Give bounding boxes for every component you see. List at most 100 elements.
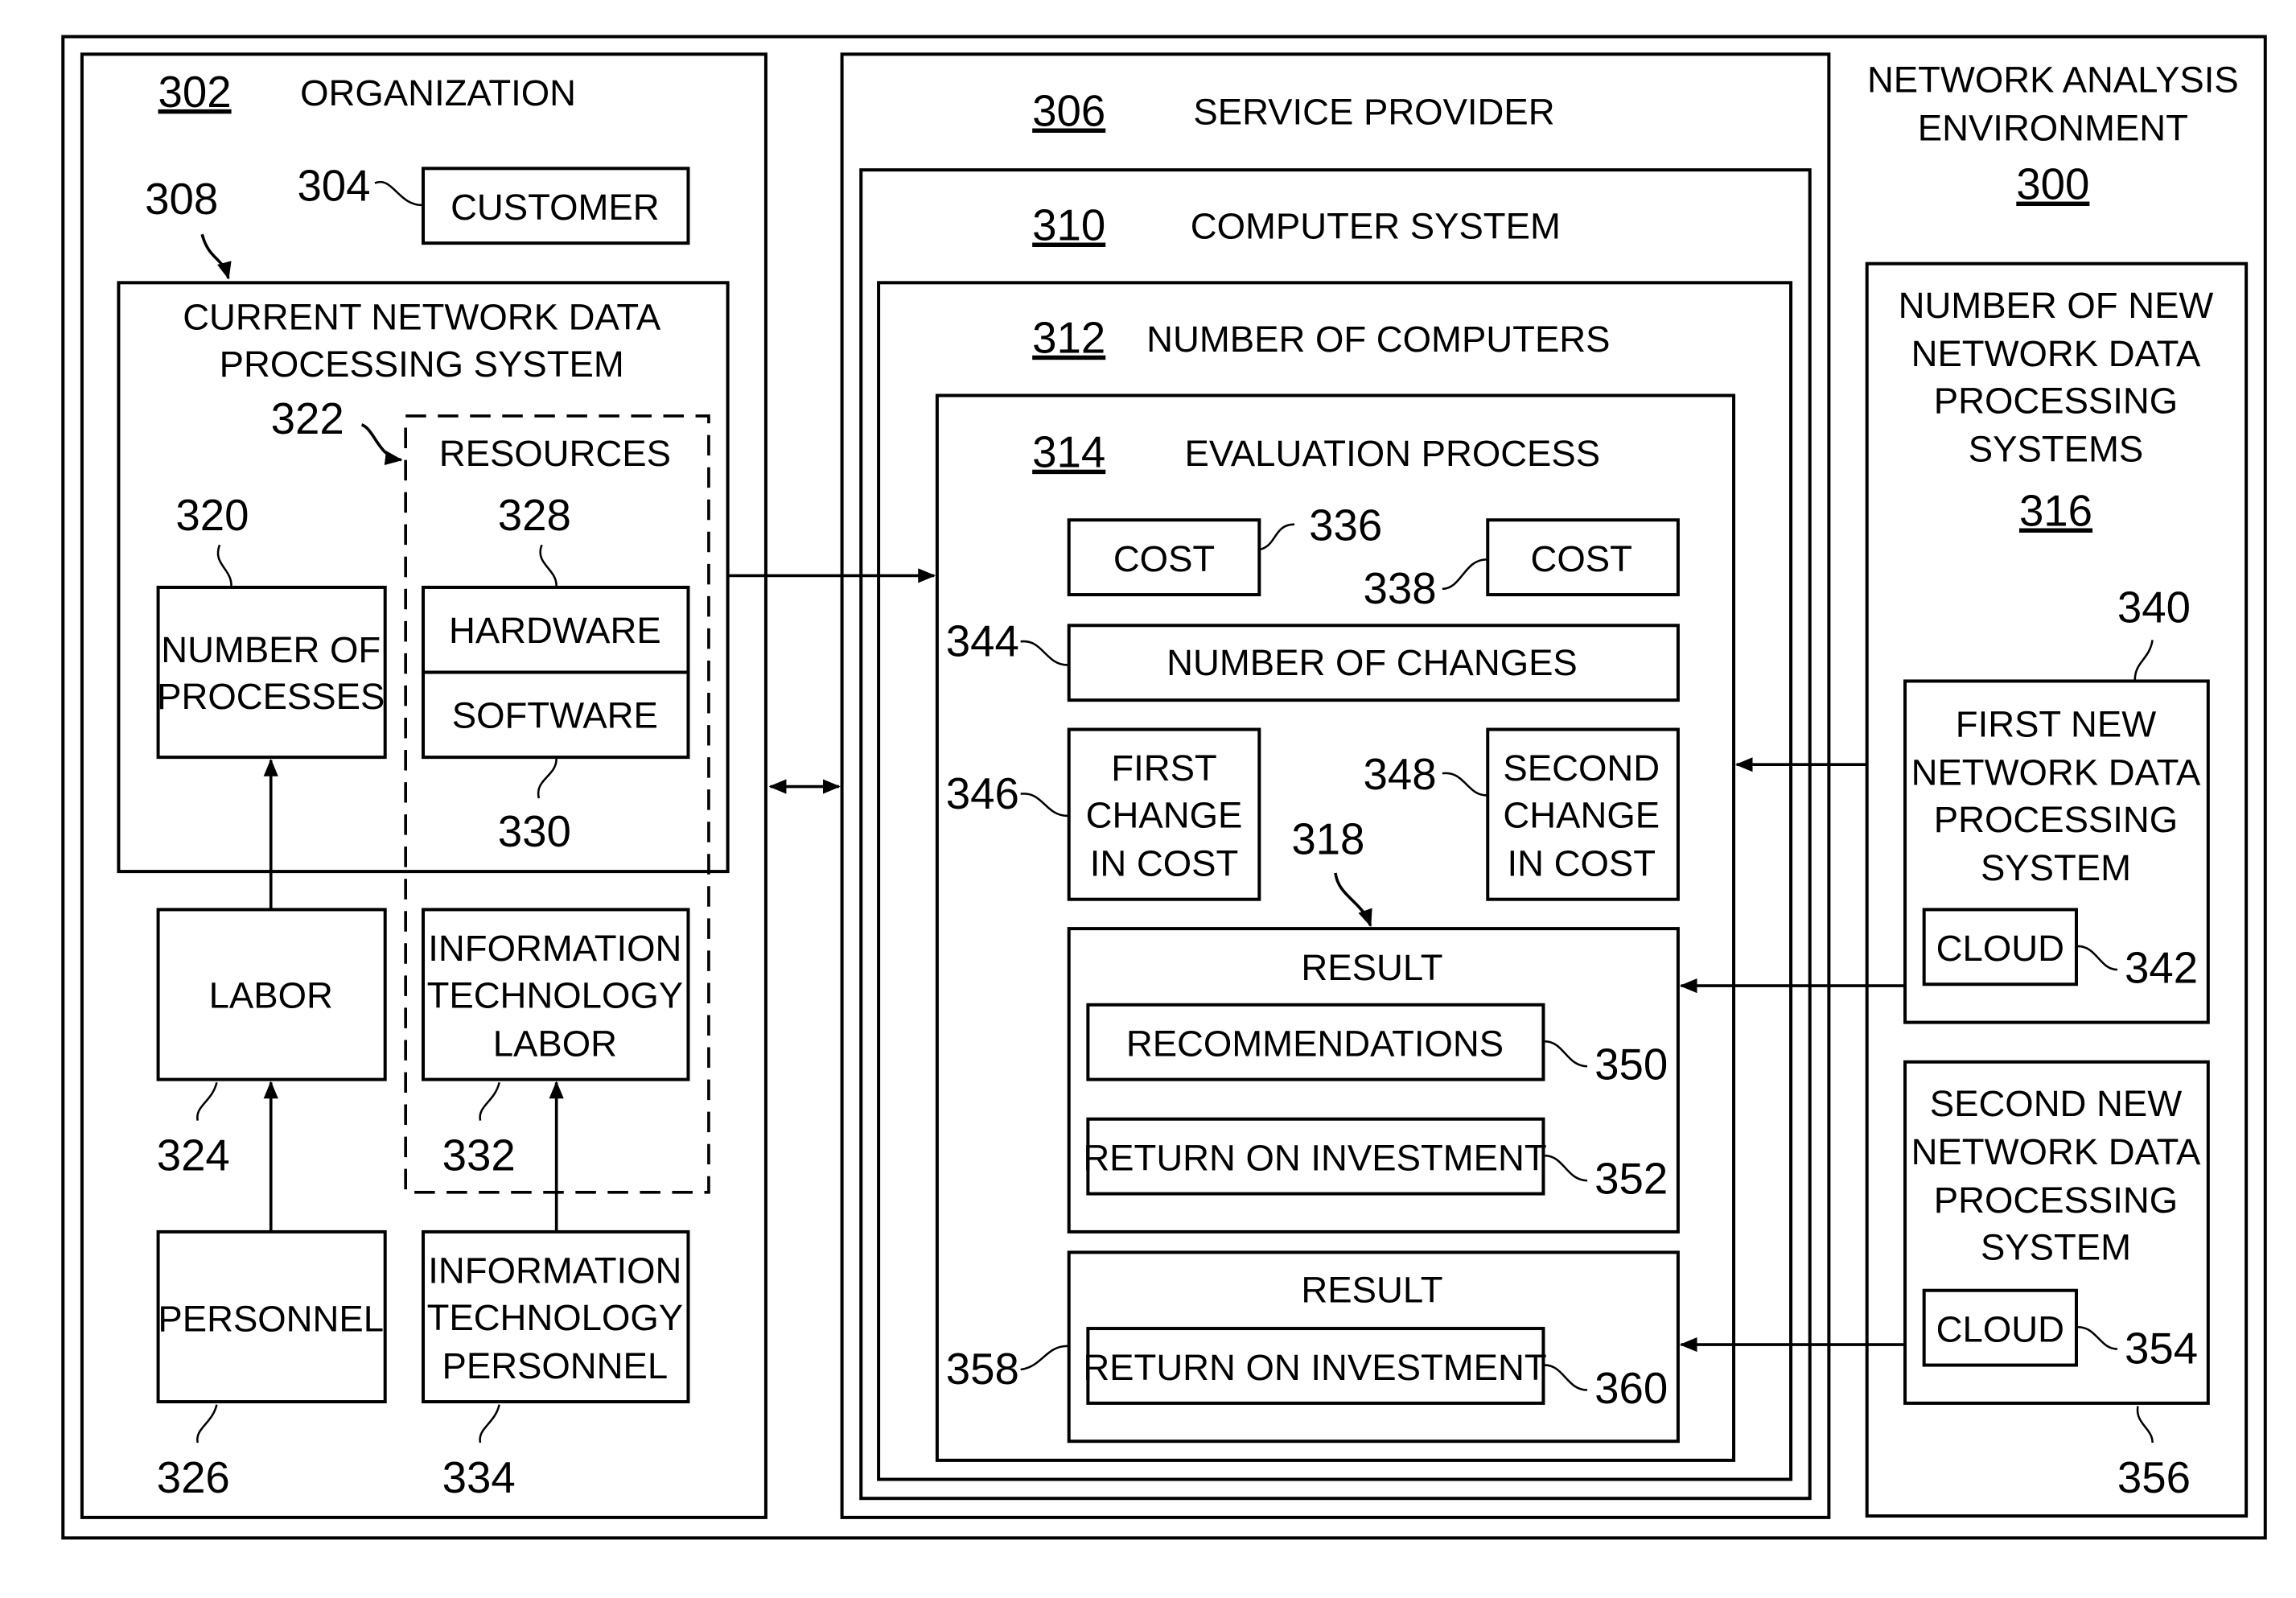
service-provider-title: SERVICE PROVIDER bbox=[1193, 92, 1554, 133]
number-of-changes-box: NUMBER OF CHANGES bbox=[1067, 624, 1680, 702]
cloud-2-label: CLOUD bbox=[1936, 1308, 2064, 1349]
roi-1-label: RETURN ON INVESTMENT bbox=[1083, 1137, 1546, 1178]
result-2-title: RESULT bbox=[1301, 1269, 1442, 1310]
first-change-ref: 346 bbox=[946, 769, 1019, 818]
cost-box-2: COST bbox=[1486, 518, 1680, 597]
current-system-line1: CURRENT NETWORK DATA bbox=[183, 297, 661, 338]
second-change-line2: CHANGE bbox=[1503, 794, 1660, 835]
it-labor-line3: LABOR bbox=[493, 1023, 617, 1064]
roi-box-1: RETURN ON INVESTMENT bbox=[1083, 1117, 1547, 1196]
second-change-line1: SECOND bbox=[1503, 748, 1660, 789]
second-new-line1: SECOND NEW bbox=[1930, 1083, 2182, 1124]
roi-box-2: RETURN ON INVESTMENT bbox=[1083, 1327, 1547, 1405]
roi-2-ref: 360 bbox=[1594, 1364, 1668, 1413]
customer-ref: 304 bbox=[297, 161, 370, 210]
cloud-1-label: CLOUD bbox=[1936, 928, 2064, 969]
it-personnel-ref: 334 bbox=[442, 1453, 516, 1502]
personnel-ref: 326 bbox=[157, 1453, 230, 1502]
it-personnel-line2: TECHNOLOGY bbox=[427, 1297, 684, 1338]
roi-1-ref: 352 bbox=[1594, 1155, 1668, 1204]
new-systems-line4: SYSTEMS bbox=[1969, 428, 2143, 469]
it-personnel-line3: PERSONNEL bbox=[442, 1345, 669, 1386]
second-change-in-cost-box: SECOND CHANGE IN COST bbox=[1486, 727, 1680, 901]
software-box: SOFTWARE bbox=[422, 670, 690, 760]
evaluation-title: EVALUATION PROCESS bbox=[1185, 433, 1601, 474]
computer-system-title: COMPUTER SYSTEM bbox=[1191, 206, 1561, 247]
result-2-ref: 358 bbox=[946, 1345, 1019, 1394]
labor-label: LABOR bbox=[209, 974, 333, 1015]
labor-box: LABOR bbox=[156, 908, 387, 1081]
cost-2-ref: 338 bbox=[1364, 564, 1437, 613]
current-system-ref: 308 bbox=[145, 175, 218, 224]
second-new-line4: SYSTEM bbox=[1981, 1226, 2131, 1267]
first-new-system-ref: 340 bbox=[2117, 583, 2191, 632]
new-systems-line3: PROCESSING bbox=[1934, 380, 2178, 421]
cost-box-1: COST bbox=[1067, 518, 1261, 597]
recommendations-ref: 350 bbox=[1594, 1040, 1668, 1089]
environment-ref: 300 bbox=[2016, 160, 2089, 209]
personnel-box: PERSONNEL bbox=[156, 1229, 387, 1404]
first-change-line1: FIRST bbox=[1111, 748, 1216, 789]
resources-ref: 322 bbox=[271, 394, 344, 443]
customer-label: CUSTOMER bbox=[451, 187, 660, 228]
first-new-line4: SYSTEM bbox=[1981, 847, 2131, 888]
first-new-line1: FIRST NEW bbox=[1956, 704, 2156, 745]
second-new-line3: PROCESSING bbox=[1934, 1180, 2178, 1221]
environment-title-1: NETWORK ANALYSIS bbox=[1867, 60, 2239, 101]
second-change-line3: IN COST bbox=[1507, 843, 1656, 884]
it-labor-line2: TECHNOLOGY bbox=[427, 974, 684, 1015]
organization-ref: 302 bbox=[158, 68, 232, 117]
roi-2-label: RETURN ON INVESTMENT bbox=[1083, 1347, 1546, 1388]
recommendations-box: RECOMMENDATIONS bbox=[1086, 1003, 1545, 1081]
new-systems-line1: NUMBER OF NEW bbox=[1899, 285, 2214, 326]
changes-ref: 344 bbox=[946, 617, 1019, 666]
software-ref: 330 bbox=[498, 807, 571, 856]
cloud-1-ref: 342 bbox=[2125, 943, 2198, 992]
labor-ref: 324 bbox=[157, 1131, 230, 1180]
new-systems-ref: 316 bbox=[2019, 487, 2092, 536]
second-new-line2: NETWORK DATA bbox=[1911, 1131, 2201, 1172]
computers-ref: 312 bbox=[1032, 314, 1105, 363]
cloud-2-ref: 354 bbox=[2125, 1324, 2198, 1374]
processes-line2: PROCESSES bbox=[157, 676, 385, 717]
first-new-line2: NETWORK DATA bbox=[1911, 752, 2201, 793]
result-1-ref: 318 bbox=[1291, 814, 1364, 863]
first-change-line2: CHANGE bbox=[1086, 794, 1243, 835]
processes-line1: NUMBER OF bbox=[161, 629, 381, 670]
it-labor-box: INFORMATION TECHNOLOGY LABOR bbox=[422, 908, 690, 1081]
it-personnel-line1: INFORMATION bbox=[428, 1250, 681, 1291]
first-new-line3: PROCESSING bbox=[1934, 799, 2178, 840]
cost-1-ref: 336 bbox=[1309, 501, 1382, 550]
computer-system-ref: 310 bbox=[1032, 201, 1105, 250]
changes-label: NUMBER OF CHANGES bbox=[1167, 642, 1578, 683]
resources-label: RESOURCES bbox=[439, 433, 671, 474]
new-systems-line2: NETWORK DATA bbox=[1911, 333, 2201, 374]
current-network-system-box: CURRENT NETWORK DATA PROCESSING SYSTEM bbox=[117, 281, 730, 874]
first-change-in-cost-box: FIRST CHANGE IN COST bbox=[1067, 727, 1261, 901]
cost-1-label: COST bbox=[1113, 538, 1215, 579]
hardware-label: HARDWARE bbox=[449, 610, 661, 651]
processes-ref: 320 bbox=[175, 491, 249, 540]
processes-box: NUMBER OF PROCESSES bbox=[156, 585, 387, 760]
second-new-system-ref: 356 bbox=[2117, 1453, 2191, 1502]
environment-title-2: ENVIRONMENT bbox=[1918, 108, 2188, 149]
current-system-line2: PROCESSING SYSTEM bbox=[220, 344, 624, 385]
customer-box: CUSTOMER bbox=[422, 167, 690, 245]
network-analysis-diagram: NETWORK ANALYSIS ENVIRONMENT 300 302 ORG… bbox=[61, 35, 2267, 1540]
result-1-title: RESULT bbox=[1301, 947, 1442, 988]
second-change-ref: 348 bbox=[1364, 750, 1437, 799]
personnel-label: PERSONNEL bbox=[158, 1299, 384, 1340]
recommendations-label: RECOMMENDATIONS bbox=[1126, 1023, 1504, 1064]
it-labor-line1: INFORMATION bbox=[428, 928, 681, 969]
hardware-ref: 328 bbox=[498, 491, 571, 540]
evaluation-ref: 314 bbox=[1032, 428, 1105, 477]
cost-2-label: COST bbox=[1531, 538, 1632, 579]
software-label: SOFTWARE bbox=[452, 695, 658, 736]
it-labor-ref: 332 bbox=[442, 1131, 516, 1180]
cloud-box-2: CLOUD bbox=[1922, 1288, 2078, 1367]
first-change-line3: IN COST bbox=[1090, 843, 1239, 884]
computers-title: NUMBER OF COMPUTERS bbox=[1146, 319, 1610, 360]
organization-title: ORGANIZATION bbox=[300, 72, 576, 113]
it-personnel-box: INFORMATION TECHNOLOGY PERSONNEL bbox=[422, 1229, 690, 1404]
cloud-box-1: CLOUD bbox=[1922, 908, 2078, 986]
